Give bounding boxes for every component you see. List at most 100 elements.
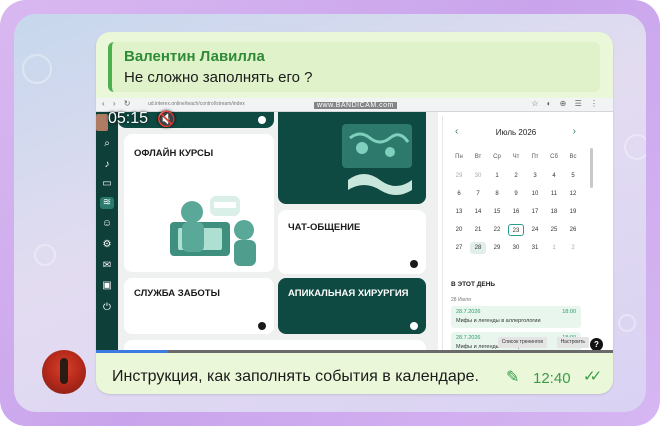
day-cell[interactable]: 10: [527, 188, 543, 200]
weekday-label: Вт: [474, 154, 482, 160]
day-cell[interactable]: 13: [451, 206, 467, 218]
day-cell[interactable]: 29: [489, 242, 505, 254]
avatar[interactable]: [42, 350, 86, 394]
chat-bubble-icon: [258, 322, 266, 330]
weekday-label: Сб: [550, 154, 558, 160]
day-cell[interactable]: 30: [470, 170, 486, 182]
weekday-label: Чт: [512, 154, 520, 160]
pin-icon: ✎: [506, 369, 520, 386]
day-cell[interactable]: 11: [546, 188, 562, 200]
weekday-label: Ср: [493, 154, 501, 160]
day-cell[interactable]: 18: [546, 206, 562, 218]
day-cell[interactable]: 31: [527, 242, 543, 254]
day-cell[interactable]: 26: [565, 224, 581, 236]
gear-icon: ⚙: [102, 239, 112, 250]
users-icon: ☺: [101, 218, 113, 229]
reply-quote[interactable]: Валентин Лавилла Не сложно заполнять его…: [108, 42, 600, 92]
weekday-label: Вс: [569, 154, 577, 160]
tile-apical-surgery: АПИКАЛЬНАЯ ХИРУРГИЯ: [278, 278, 426, 334]
presenter-thumbnail: [96, 114, 108, 131]
bag-icon: ▣: [102, 280, 112, 291]
reply-author: Валентин Лавилла: [124, 48, 265, 65]
day-cell[interactable]: 20: [451, 224, 467, 236]
event-name: Мифы и легенды в аллергологии: [456, 318, 541, 324]
event-time: 18:00: [562, 309, 576, 315]
tile-offline-courses: ОФЛАЙН КУРСЫ: [124, 134, 274, 272]
tile-care-service: СЛУЖБА ЗАБОТЫ: [124, 278, 274, 334]
day-cell[interactable]: 1: [489, 170, 505, 182]
avatar-figure: [60, 358, 68, 384]
tile-handshake: [278, 112, 426, 204]
day-cell[interactable]: 7: [470, 188, 486, 200]
trainers-list-button[interactable]: Список тренингов: [497, 337, 547, 348]
doodle-circle: [624, 134, 646, 160]
calendar-panel: ‹ Июль 2026 › Пн Вт Ср Чт Пт Сб Вс 29 30…: [442, 116, 588, 353]
side-rail: ⌕ ♪ ▭ ≋ ☺ ⚙ ✉ ▣ ⏻: [96, 112, 118, 353]
reply-text: Не сложно заполнять его ?: [124, 69, 313, 86]
video-progress-bar[interactable]: [96, 350, 613, 353]
day-cell[interactable]: 15: [489, 206, 505, 218]
day-cell[interactable]: 22: [489, 224, 505, 236]
event-date: 28.7.2026: [456, 309, 481, 315]
browser-extension-icons: ☆ ◐ ⊕ ☰ ⋮: [531, 99, 601, 108]
tile-title: СЛУЖБА ЗАБОТЫ: [134, 288, 220, 299]
tile-title: ОФЛАЙН КУРСЫ: [134, 148, 214, 159]
doodle-circle: [34, 244, 56, 266]
day-cell[interactable]: 17: [527, 206, 543, 218]
chat-bubble-icon: [410, 322, 418, 330]
settings-button[interactable]: Настроить: [556, 337, 589, 348]
tile-title: ЧАТ-ОБЩЕНИЕ: [288, 222, 361, 233]
day-cell[interactable]: 5: [565, 170, 581, 182]
day-cell[interactable]: 27: [451, 242, 467, 254]
day-cell[interactable]: 8: [489, 188, 505, 200]
day-cell[interactable]: 16: [508, 206, 524, 218]
mute-icon[interactable]: 🔇: [157, 110, 176, 128]
calendar-month: Июль 2026: [495, 128, 537, 137]
mail-icon: ✉: [102, 260, 112, 271]
day-cell[interactable]: 12: [565, 188, 581, 200]
day-cell[interactable]: 2: [565, 242, 581, 254]
day-cell-today[interactable]: 28: [470, 242, 486, 254]
tile-dot-icon: [258, 116, 266, 124]
day-cell[interactable]: 14: [470, 206, 486, 218]
this-day-date: 28 Июля: [451, 297, 471, 303]
event-card[interactable]: 28.7.2026 18:00 Мифы и легенды в аллерго…: [451, 306, 581, 328]
content-grid: ОФЛАЙН КУРСЫ ЧАТ-ОБЩЕНИЕ СЛУЖБА ЗАБОТЫ А…: [118, 112, 438, 353]
event-date: 28.7.2026: [456, 335, 481, 341]
video-progress-fill: [96, 350, 169, 353]
day-cell[interactable]: 19: [565, 206, 581, 218]
day-cell[interactable]: 24: [527, 224, 543, 236]
day-cell[interactable]: 30: [508, 242, 524, 254]
browser-url: ud.interex.online/teach/control/stream/i…: [148, 101, 245, 107]
tile-chat: ЧАТ-ОБЩЕНИЕ: [278, 210, 426, 274]
desktop-icon: ▭: [102, 178, 112, 189]
day-cell[interactable]: 29: [451, 170, 467, 182]
search-icon: ⌕: [104, 138, 110, 149]
message-caption: Инструкция, как заполнять события в кале…: [112, 368, 479, 385]
day-cell[interactable]: 9: [508, 188, 524, 200]
this-day-heading: В ЭТОТ ДЕНЬ: [451, 281, 496, 288]
day-cell[interactable]: 4: [546, 170, 562, 182]
bandicam-watermark: www.BANDICAM.com: [314, 102, 397, 109]
video-time: 05:15: [108, 110, 149, 127]
day-cell[interactable]: 1: [546, 242, 562, 254]
read-checkmarks-icon: ✓✓: [583, 368, 602, 385]
doodle-circle: [22, 54, 52, 84]
day-cell[interactable]: 6: [451, 188, 467, 200]
weekday-label: Пн: [455, 154, 463, 160]
video-preview[interactable]: ‹ › ↻ ud.interex.online/teach/control/st…: [96, 98, 613, 353]
doodle-circle: [618, 314, 636, 332]
day-cell[interactable]: 3: [527, 170, 543, 182]
handshake-illustration: [342, 124, 412, 195]
chevron-right-icon[interactable]: ›: [573, 126, 576, 137]
tile-title: АПИКАЛЬНАЯ ХИРУРГИЯ: [288, 288, 409, 299]
day-cell[interactable]: 2: [508, 170, 524, 182]
day-cell-selected[interactable]: 23: [508, 224, 524, 236]
layers-icon: ≋: [100, 197, 114, 209]
message-time: 12:40: [533, 370, 571, 387]
weekday-label: Пт: [531, 154, 539, 160]
logout-icon: ⏻: [103, 302, 111, 313]
scrollbar[interactable]: [590, 148, 593, 188]
day-cell[interactable]: 21: [470, 224, 486, 236]
day-cell[interactable]: 25: [546, 224, 562, 236]
